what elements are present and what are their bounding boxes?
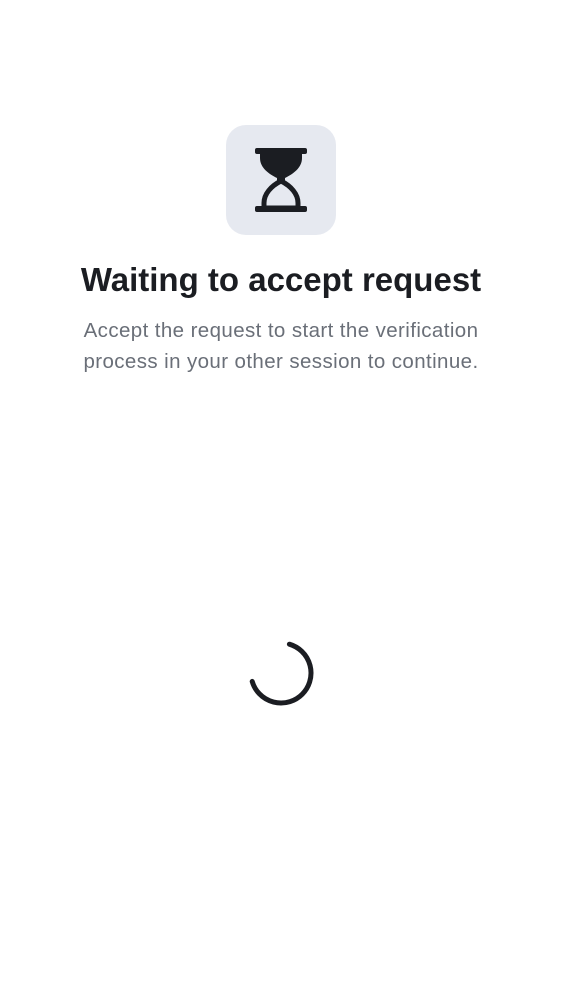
loading-spinner-icon	[249, 641, 314, 706]
page-description: Accept the request to start the verifica…	[83, 319, 479, 373]
loading-spinner	[248, 640, 314, 706]
hourglass-icon-tile	[226, 125, 336, 235]
verification-waiting-screen: Waiting to accept request Accept the req…	[0, 0, 562, 1000]
hourglass-icon	[255, 148, 307, 212]
page-title: Waiting to accept request	[80, 261, 482, 298]
